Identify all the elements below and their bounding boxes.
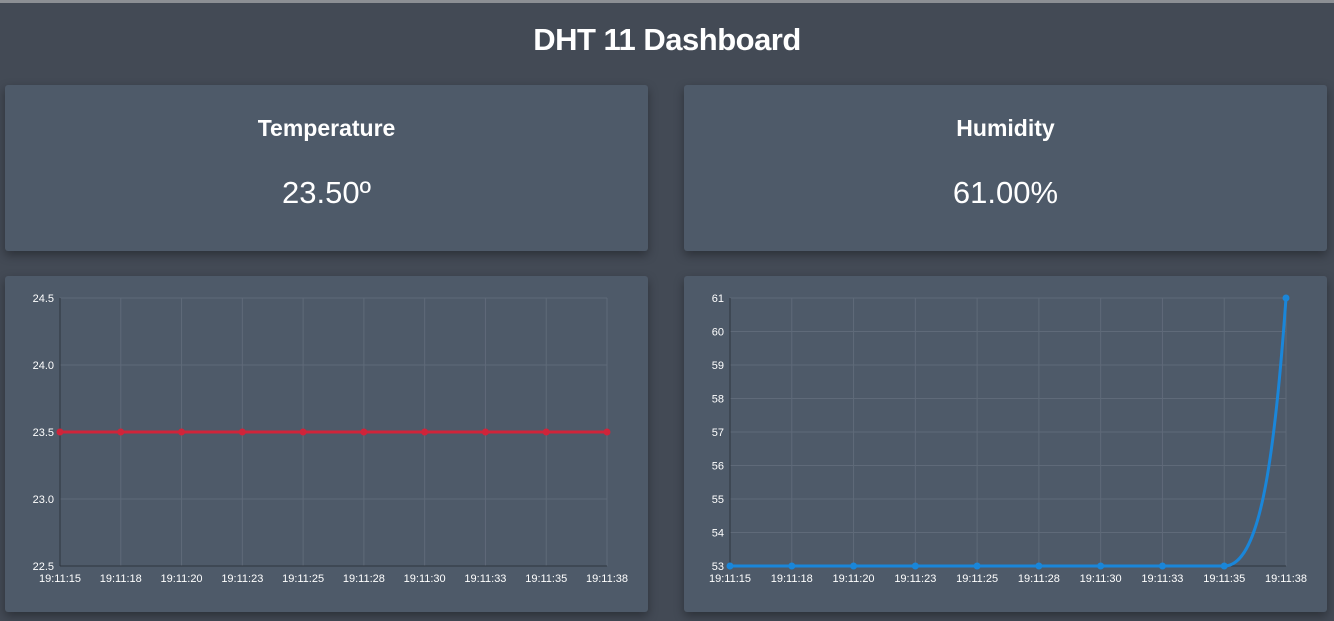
y-tick-label: 23.0 (33, 494, 54, 506)
data-point (911, 562, 919, 570)
x-tick-label: 19:11:33 (1141, 573, 1183, 585)
data-point (973, 562, 981, 570)
data-point (360, 428, 368, 436)
data-point (178, 428, 186, 436)
data-point (421, 428, 429, 436)
y-tick-label: 56 (712, 461, 724, 473)
y-tick-label: 61 (712, 293, 724, 305)
x-tick-label: 19:11:38 (1265, 573, 1307, 585)
humidity-card: Humidity 61.00% (684, 85, 1327, 251)
y-tick-label: 57 (712, 427, 724, 439)
data-point (481, 428, 489, 436)
temperature-card: Temperature 23.50º (5, 85, 648, 251)
data-point (603, 428, 611, 436)
x-tick-label: 19:11:18 (100, 573, 142, 585)
y-tick-label: 24.5 (33, 293, 54, 305)
x-tick-label: 19:11:20 (161, 573, 203, 585)
page-title: DHT 11 Dashboard (533, 22, 801, 57)
data-point (1282, 294, 1290, 302)
x-tick-label: 19:11:30 (404, 573, 446, 585)
data-point (1158, 562, 1166, 570)
x-tick-label: 19:11:23 (894, 573, 936, 585)
x-tick-label: 19:11:35 (525, 573, 567, 585)
window-top-border (0, 0, 1334, 3)
y-tick-label: 24.0 (33, 360, 54, 372)
x-tick-label: 19:11:35 (1203, 573, 1245, 585)
y-tick-label: 53 (712, 561, 724, 573)
temperature-chart-card: 22.5 23.0 23.5 24.0 24.5 19:11:15 19:11:18 19:1… (5, 276, 648, 612)
data-point (726, 562, 734, 570)
x-tick-label: 19:11:15 (39, 573, 81, 585)
data-point (238, 428, 246, 436)
temperature-value: 23.50º (282, 175, 371, 210)
x-tick-label: 19:11:38 (586, 573, 628, 585)
x-tick-label: 19:11:20 (833, 573, 875, 585)
temperature-title: Temperature (257, 115, 396, 141)
data-point (117, 428, 125, 436)
y-tick-label: 59 (712, 360, 724, 372)
data-point (299, 428, 307, 436)
y-tick-label: 55 (712, 494, 724, 506)
humidity-value: 61.00% (952, 175, 1059, 210)
x-tick-label: 19:11:28 (343, 573, 385, 585)
humidity-chart: 53 54 55 56 57 58 59 60 61 19:11:15 19:11:18 19:11:… (709, 293, 1307, 585)
x-tick-label: 19:11:30 (1080, 573, 1122, 585)
data-point (850, 562, 858, 570)
x-tick-label: 19:11:28 (1018, 573, 1060, 585)
x-tick-label: 19:11:23 (221, 573, 263, 585)
y-tick-label: 23.5 (33, 427, 54, 439)
x-tick-label: 19:11:15 (709, 573, 751, 585)
x-tick-label: 19:11:33 (464, 573, 506, 585)
humidity-chart-card: 53 54 55 56 57 58 59 60 61 19:11:15 19:11:18 19:11:… (684, 276, 1327, 612)
y-tick-label: 58 (712, 394, 724, 406)
x-tick-label: 19:11:18 (771, 573, 813, 585)
y-tick-label: 60 (712, 327, 724, 339)
y-tick-label: 22.5 (33, 561, 54, 573)
data-point (1035, 562, 1043, 570)
x-tick-label: 19:11:25 (282, 573, 324, 585)
data-point (1220, 562, 1228, 570)
data-point (788, 562, 796, 570)
x-tick-label: 19:11:25 (956, 573, 998, 585)
humidity-title: Humidity (956, 115, 1055, 141)
temperature-chart: 22.5 23.0 23.5 24.0 24.5 19:11:15 19:11:18 19:1… (33, 293, 628, 585)
data-point (542, 428, 550, 436)
data-point (1097, 562, 1105, 570)
data-point (56, 428, 64, 436)
y-tick-label: 54 (712, 528, 724, 540)
